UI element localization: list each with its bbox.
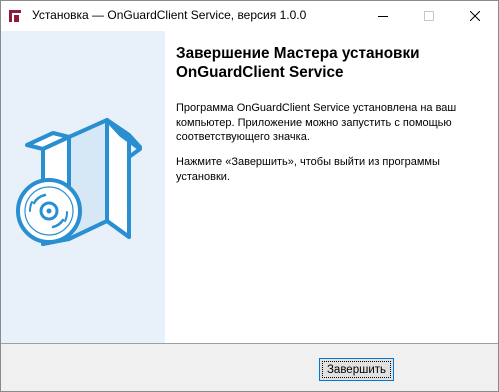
finish-button-label: Завершить [326, 363, 387, 376]
close-button[interactable] [452, 1, 498, 31]
wizard-content: Завершение Мастера установки OnGuardClie… [165, 31, 498, 343]
installer-window: Установка — OnGuardClient Service, верси… [0, 0, 499, 392]
finish-instruction-text: Нажмите «Завершить», чтобы выйти из прог… [176, 156, 440, 183]
install-complete-text: Программа OnGuardClient Service установл… [176, 102, 457, 143]
installer-icon [8, 9, 22, 23]
maximize-button [406, 1, 452, 31]
minimize-button[interactable] [360, 1, 406, 31]
page-title: Завершение Мастера установки OnGuardClie… [176, 45, 420, 81]
maximize-icon [424, 11, 434, 21]
close-icon [470, 11, 480, 21]
button-bar: Завершить [1, 344, 498, 391]
window-title: Установка — OnGuardClient Service, верси… [32, 8, 307, 22]
title-bar[interactable]: Установка — OnGuardClient Service, верси… [1, 1, 498, 31]
wizard-banner [1, 31, 165, 343]
minimize-icon [378, 16, 388, 17]
finish-button[interactable]: Завершить [319, 358, 394, 381]
software-box-disc-icon [16, 118, 142, 246]
